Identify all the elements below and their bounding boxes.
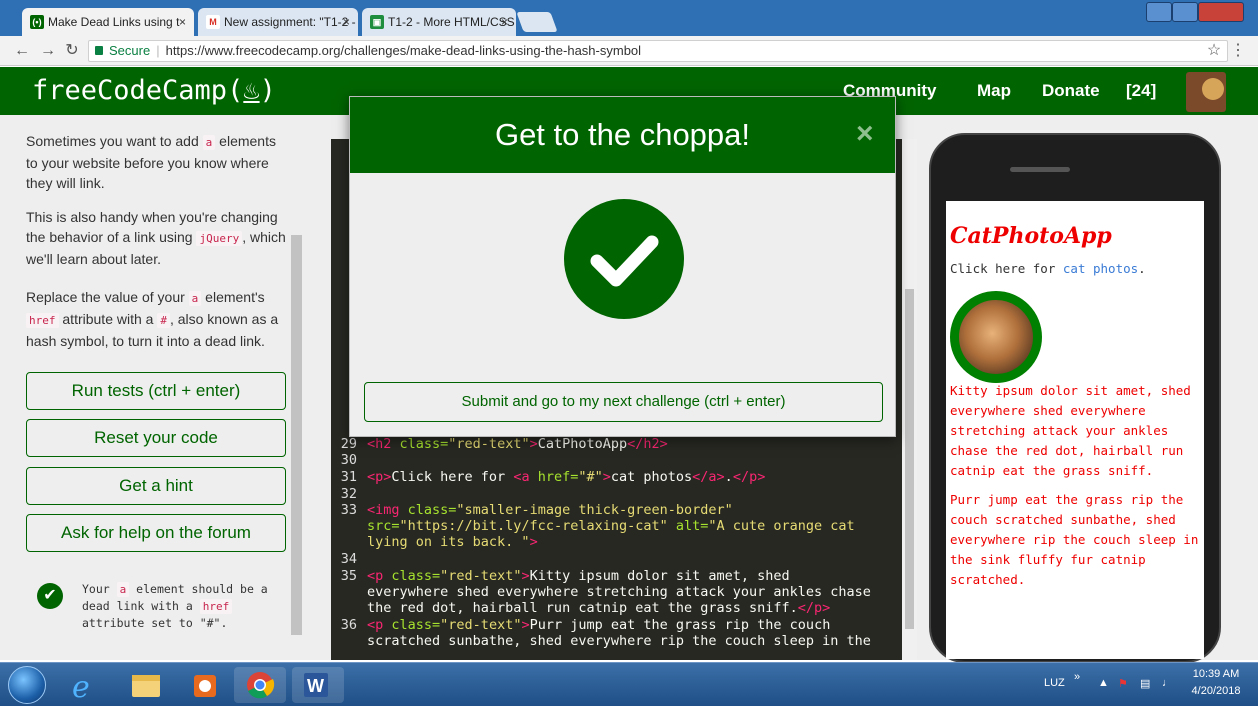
instruction-paragraph-3: Replace the value of your a element's hr… bbox=[26, 289, 279, 349]
ask-forum-button[interactable]: Ask for help on the forum bbox=[26, 514, 286, 552]
cat-photos-link[interactable]: cat photos bbox=[1063, 261, 1138, 276]
minimize-button[interactable] bbox=[1146, 2, 1172, 22]
language-indicator[interactable]: LUZ bbox=[1044, 677, 1065, 689]
clock-time: 10:39 AM bbox=[1192, 668, 1240, 680]
close-icon[interactable]: × bbox=[856, 117, 874, 151]
media-icon[interactable] bbox=[180, 667, 232, 703]
nav-map-link[interactable]: Map bbox=[977, 79, 1011, 103]
instructions-pane: Sometimes you want to add a elements to … bbox=[0, 115, 303, 660]
tab-label: Make Dead Links using t bbox=[48, 15, 180, 29]
cat-image bbox=[950, 291, 1042, 383]
network-icon[interactable]: ▤ bbox=[1140, 677, 1150, 690]
url-text: https://www.freecodecamp.org/challenges/… bbox=[165, 43, 642, 58]
freecodecamp-icon: (•) bbox=[30, 15, 44, 29]
lock-icon bbox=[95, 46, 103, 55]
code-line-wrap[interactable]: everywhere shed everywhere stretching at… bbox=[331, 585, 901, 600]
windows-taskbar: e W LUZ » ▲ ⚑ ▤ ♩ bbox=[0, 662, 1258, 706]
explorer-icon[interactable] bbox=[120, 667, 172, 703]
code-line-wrap[interactable]: lying on its back. "> bbox=[331, 535, 901, 550]
volume-icon[interactable]: ♩ bbox=[1162, 677, 1173, 689]
code-line-wrap[interactable]: the red dot, hairball run catnip eat the… bbox=[331, 601, 901, 616]
fcc-logo[interactable]: freeCodeCamp(♨) bbox=[32, 73, 276, 109]
code-line[interactable]: 35 <p class="red-text">Kitty ipsum dolor … bbox=[331, 569, 901, 584]
code-line[interactable]: 30 bbox=[331, 453, 901, 468]
avatar[interactable] bbox=[1186, 72, 1226, 112]
back-arrow-icon[interactable]: ← bbox=[12, 41, 32, 61]
code-line[interactable]: 36 <p class="red-text">Purr jump eat the … bbox=[331, 618, 901, 633]
new-tab-button[interactable] bbox=[516, 12, 558, 32]
close-icon[interactable]: × bbox=[343, 8, 350, 36]
tray-expand-icon[interactable]: » bbox=[1074, 671, 1080, 683]
tab-make-dead-links[interactable]: (•) Make Dead Links using t × bbox=[22, 8, 194, 36]
code-line[interactable]: 32 bbox=[331, 487, 901, 502]
editor-scrollbar[interactable] bbox=[902, 139, 917, 660]
browser-tab-bar: (•) Make Dead Links using t × M New assi… bbox=[0, 0, 1258, 36]
bookmark-star-icon[interactable]: ☆ bbox=[1204, 41, 1224, 61]
window-close-button[interactable] bbox=[1198, 2, 1244, 22]
word-icon[interactable]: W bbox=[292, 667, 344, 703]
run-tests-button[interactable]: Run tests (ctrl + enter) bbox=[26, 372, 286, 410]
check-icon: ✔ bbox=[37, 583, 63, 609]
preview-screen: CatPhotoApp Click here for cat photos. K… bbox=[946, 201, 1204, 659]
code-line[interactable]: 29 <h2 class="red-text">CatPhotoApp</h2> bbox=[331, 437, 901, 452]
reload-icon[interactable]: ↻ bbox=[62, 41, 82, 61]
close-icon[interactable]: × bbox=[501, 8, 508, 36]
start-button[interactable] bbox=[8, 666, 46, 704]
instruction-paragraph-1: Sometimes you want to add a elements to … bbox=[26, 133, 276, 191]
tab-label: T1-2 - More HTML/CSS E bbox=[388, 15, 516, 29]
get-hint-button[interactable]: Get a hint bbox=[26, 467, 286, 505]
svg-text:e: e bbox=[72, 670, 90, 703]
gmail-icon: M bbox=[206, 15, 220, 29]
instructions-scrollbar[interactable] bbox=[290, 135, 303, 650]
address-bar-row: ← → ↻ Secure | https://www.freecodecamp.or… bbox=[0, 36, 1258, 66]
forward-arrow-icon[interactable]: → bbox=[38, 41, 58, 61]
code-line[interactable]: 33 <img class="smaller-image thick-green-… bbox=[331, 503, 901, 518]
code-line-wrap[interactable]: scratched sunbathe, shed everywhere rip … bbox=[331, 634, 901, 649]
maximize-button[interactable] bbox=[1172, 2, 1198, 22]
preview-title: CatPhotoApp bbox=[950, 223, 1112, 249]
preview-paragraph-2: Purr jump eat the grass rip the couch sc… bbox=[950, 492, 1199, 587]
preview-paragraph-1: Kitty ipsum dolor sit amet, shed everywh… bbox=[950, 383, 1191, 478]
code-line[interactable]: 31 <p>Click here for <a href="#">cat phot… bbox=[331, 470, 901, 485]
reset-code-button[interactable]: Reset your code bbox=[26, 419, 286, 457]
ie-icon[interactable]: e bbox=[58, 667, 110, 705]
action-center-icon[interactable]: ⚑ bbox=[1118, 677, 1128, 690]
preview-link-line: Click here for cat photos. bbox=[950, 261, 1146, 276]
test-result-text: Your a element should be a dead link wit… bbox=[82, 582, 268, 630]
code-line-wrap[interactable]: src="https://bit.ly/fcc-relaxing-cat" al… bbox=[331, 519, 901, 534]
modal-title: Get to the choppa! bbox=[494, 117, 751, 152]
success-check-icon bbox=[564, 199, 684, 319]
classroom-icon: ▣ bbox=[370, 15, 384, 29]
flame-icon: ♨ bbox=[243, 75, 260, 106]
svg-text:W: W bbox=[307, 676, 324, 696]
secure-label: Secure bbox=[109, 43, 151, 58]
close-icon[interactable]: × bbox=[179, 8, 186, 36]
chrome-icon[interactable] bbox=[234, 667, 286, 703]
submit-next-challenge-button[interactable]: Submit and go to my next challenge (ctrl… bbox=[364, 382, 883, 422]
modal-header: Get to the choppa! × bbox=[350, 97, 895, 173]
nav-donate-link[interactable]: Donate bbox=[1042, 79, 1100, 103]
taskbar-clock[interactable]: 10:39 AM 4/20/2018 bbox=[1186, 666, 1246, 700]
clock-date: 4/20/2018 bbox=[1191, 685, 1241, 697]
show-hidden-icons-arrow[interactable]: ▲ bbox=[1098, 677, 1109, 689]
success-modal: Get to the choppa! × Submit and go to my… bbox=[349, 96, 896, 437]
tab-label: New assignment: "T1-2 - bbox=[224, 15, 356, 29]
instruction-paragraph-2: This is also handy when you're changing … bbox=[26, 209, 286, 267]
url-input[interactable]: Secure | https://www.freecodecamp.org/chal… bbox=[88, 40, 1228, 62]
nav-points-badge[interactable]: [24] bbox=[1126, 79, 1156, 103]
phone-speaker bbox=[1010, 167, 1070, 172]
code-line[interactable]: 34 bbox=[331, 552, 901, 567]
tab-t1-2-more-html[interactable]: ▣ T1-2 - More HTML/CSS E × bbox=[362, 8, 516, 36]
menu-dots-icon[interactable]: ⋮ bbox=[1228, 41, 1248, 61]
tab-new-assignment[interactable]: M New assignment: "T1-2 - × bbox=[198, 8, 358, 36]
